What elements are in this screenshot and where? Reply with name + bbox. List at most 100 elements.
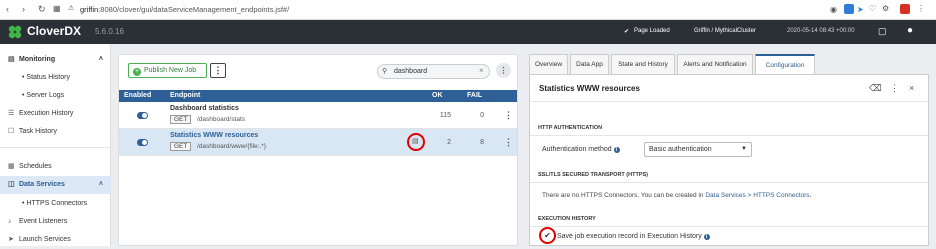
- bell-icon: ♪: [8, 218, 12, 225]
- info-icon[interactable]: i: [613, 147, 620, 153]
- brand-name: CloverDX: [27, 24, 82, 38]
- eraser-icon[interactable]: ⌫: [869, 83, 882, 94]
- enabled-toggle[interactable]: [137, 139, 148, 146]
- page-status: Page Loaded: [634, 28, 670, 34]
- sidebar-item-execution-history[interactable]: ☰ Execution History: [0, 105, 111, 123]
- more-actions-button[interactable]: ⋮: [210, 63, 226, 78]
- puzzle-icon[interactable]: ⚙: [882, 4, 892, 14]
- exec-history-heading: EXECUTION HISTORY: [538, 216, 596, 222]
- version-label: 5.6.0.16: [95, 27, 124, 36]
- camera-icon[interactable]: ◉: [830, 5, 840, 15]
- sidebar-item-schedules[interactable]: ▦ Schedules: [0, 158, 111, 176]
- sidebar-item-launch-services[interactable]: ➤ Launch Services: [0, 231, 111, 249]
- search-icon: ⚲: [382, 68, 388, 75]
- ok-count: 2: [447, 139, 451, 146]
- sidebar-item-server-logs[interactable]: • Server Logs: [0, 87, 111, 105]
- server-time: 2020-05-14 08:43 +00:00: [787, 28, 855, 34]
- calendar-icon: ▦: [8, 163, 15, 170]
- fail-count: 8: [480, 139, 484, 146]
- column-endpoint[interactable]: Endpoint: [170, 92, 200, 99]
- sidebar-item-label: Event Listeners: [18, 218, 68, 225]
- endpoint-path: /dashboard/www/{file:.*}: [197, 143, 267, 150]
- clear-search-icon[interactable]: ×: [479, 66, 484, 75]
- divider: [530, 135, 928, 136]
- kebab-icon[interactable]: ⋮: [890, 83, 899, 94]
- app-header: CloverDX 5.6.0.16 ✔ Page Loaded Griffin …: [0, 20, 936, 44]
- browser-toolbar: ‹ › ↻ ▦ ⚠ griffin:8080/clover/gui/dataSe…: [0, 0, 936, 20]
- ssl-note-text: There are no HTTPS Connectors. You can b…: [542, 192, 704, 199]
- sidebar-item-task-history[interactable]: ☐ Task History: [0, 123, 111, 141]
- ok-count: 115: [439, 112, 451, 119]
- close-icon[interactable]: ×: [909, 83, 914, 93]
- data-services-icon: ◫: [8, 181, 15, 188]
- tab-configuration[interactable]: Configuration: [755, 54, 815, 75]
- apps-grid-icon[interactable]: ▦: [53, 4, 61, 13]
- url-path: :8080/clover/gui/dataServiceManagement_e…: [98, 5, 290, 14]
- history-icon: ☰: [8, 110, 15, 117]
- sidebar-item-label: Execution History: [18, 110, 74, 117]
- enabled-toggle[interactable]: [137, 112, 148, 119]
- https-connectors-link[interactable]: Data Services > HTTPS Connectors: [705, 192, 809, 199]
- dropdown-arrow-icon: ▼: [741, 146, 747, 152]
- sidebar-item-label: Status History: [26, 74, 70, 81]
- menu-kebab-icon[interactable]: ⋮: [917, 4, 927, 14]
- row-actions-icon[interactable]: ⋮: [504, 110, 513, 121]
- tab-alerts-and-notification[interactable]: Alerts and Notification: [677, 54, 753, 74]
- extension-icon[interactable]: [844, 4, 854, 14]
- column-enabled[interactable]: Enabled: [124, 92, 151, 99]
- http-method-badge: GET: [170, 142, 192, 151]
- history-record-icon[interactable]: ▤: [412, 137, 419, 145]
- details-title: Statistics WWW resources: [539, 84, 640, 93]
- divider: [530, 226, 928, 227]
- save-history-text: Save job execution record in Execution H…: [557, 233, 702, 240]
- sidebar-item-data-services[interactable]: ◫ Data Services ˄: [0, 176, 111, 194]
- forward-icon[interactable]: ›: [22, 4, 25, 14]
- save-history-checkbox[interactable]: ✔: [542, 230, 553, 241]
- chevron-up-icon: ˄: [98, 181, 103, 188]
- sidebar-item-event-listeners[interactable]: ♪ Event Listeners: [0, 213, 111, 231]
- profile-extension-icon[interactable]: [900, 4, 910, 14]
- auth-method-label: Authentication method i: [542, 146, 620, 153]
- sidebar-item-https-connectors[interactable]: • HTTPS Connectors: [0, 195, 111, 213]
- sidebar-item-monitoring[interactable]: ▤ Monitoring ˄: [0, 51, 111, 69]
- tab-overview[interactable]: Overview: [529, 54, 568, 74]
- table-row[interactable]: Statistics WWW resources GET /dashboard/…: [119, 129, 517, 156]
- endpoint-name: Statistics WWW resources: [170, 132, 259, 139]
- endpoint-path: /dashboard/stats: [197, 116, 246, 123]
- url-host: griffin: [80, 5, 99, 14]
- page-status-check-icon: ✔: [624, 29, 630, 35]
- auth-method-value: Basic authentication: [649, 146, 712, 153]
- save-history-label: Save job execution record in Execution H…: [557, 233, 710, 240]
- sidebar-item-status-history[interactable]: • Status History: [0, 69, 111, 87]
- detail-tabs: Overview Data App State and History Aler…: [529, 54, 929, 75]
- http-method-badge: GET: [170, 115, 192, 124]
- chevron-up-icon: ˄: [98, 56, 103, 63]
- fail-count: 0: [480, 112, 484, 119]
- reload-icon[interactable]: ↻: [38, 4, 46, 15]
- info-icon[interactable]: i: [703, 234, 710, 240]
- task-icon: ☐: [8, 128, 15, 135]
- tab-state-and-history[interactable]: State and History: [611, 54, 675, 74]
- divider: [530, 182, 928, 183]
- heart-icon[interactable]: ♡: [869, 4, 879, 14]
- table-row[interactable]: Dashboard statistics GET /dashboard/stat…: [119, 102, 517, 129]
- publish-new-job-button[interactable]: + Publish New Job: [128, 63, 207, 78]
- column-ok[interactable]: OK: [432, 92, 443, 99]
- sidebar-item-label: Data Services: [18, 181, 65, 188]
- url-bar[interactable]: griffin:8080/clover/gui/dataServiceManag…: [80, 3, 820, 17]
- http-auth-heading: HTTP AUTHENTICATION: [538, 125, 603, 131]
- column-fail[interactable]: FAIL: [467, 92, 482, 99]
- auth-method-select[interactable]: Basic authentication ▼: [644, 142, 752, 157]
- user-avatar-icon[interactable]: ●: [907, 25, 913, 36]
- list-options-button[interactable]: ⋮: [496, 63, 511, 78]
- back-icon[interactable]: ‹: [6, 4, 9, 14]
- lock-icon: ⚠: [68, 5, 75, 12]
- sidebar-item-label: Schedules: [18, 163, 52, 170]
- send-icon[interactable]: ➤: [857, 5, 867, 15]
- tab-data-app[interactable]: Data App: [570, 54, 609, 74]
- chat-icon[interactable]: ▢: [878, 26, 887, 37]
- auth-method-text: Authentication method: [542, 146, 612, 153]
- row-actions-icon[interactable]: ⋮: [504, 137, 513, 148]
- search-input[interactable]: dashboard: [377, 64, 490, 79]
- search-value: dashboard: [394, 68, 428, 75]
